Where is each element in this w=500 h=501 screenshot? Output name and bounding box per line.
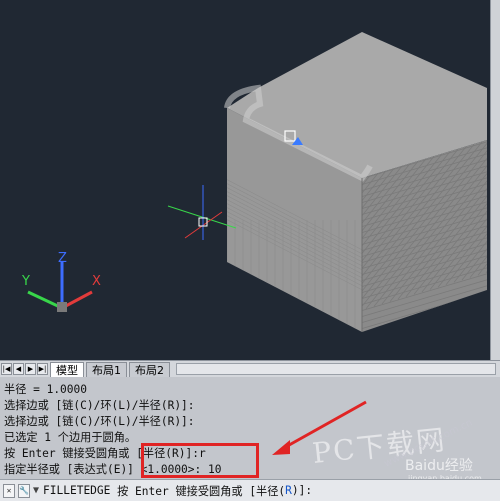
prompt-arrow-icon: ▼	[33, 485, 40, 496]
command-line[interactable]: ✕ 🔧 ▼ FILLETEDGE 按 Enter 键接受圆角或 [半径(R)]:	[0, 479, 500, 501]
command-prompt: 按 Enter 键接受圆角或 [半径(	[110, 484, 286, 498]
tools-icon[interactable]: 🔧	[18, 483, 30, 498]
command-prompt-suffix: )]:	[291, 484, 313, 497]
option-radius-key[interactable]: R	[285, 484, 292, 497]
autocad-window: Z Y X |◀ ◀ ▶ ▶| 模型 布局1 布局2 半径 = 1.0000 选…	[0, 0, 500, 501]
command-name: FILLETEDGE	[43, 484, 111, 497]
annotation-arrow	[272, 400, 367, 455]
close-icon[interactable]: ✕	[3, 483, 15, 498]
